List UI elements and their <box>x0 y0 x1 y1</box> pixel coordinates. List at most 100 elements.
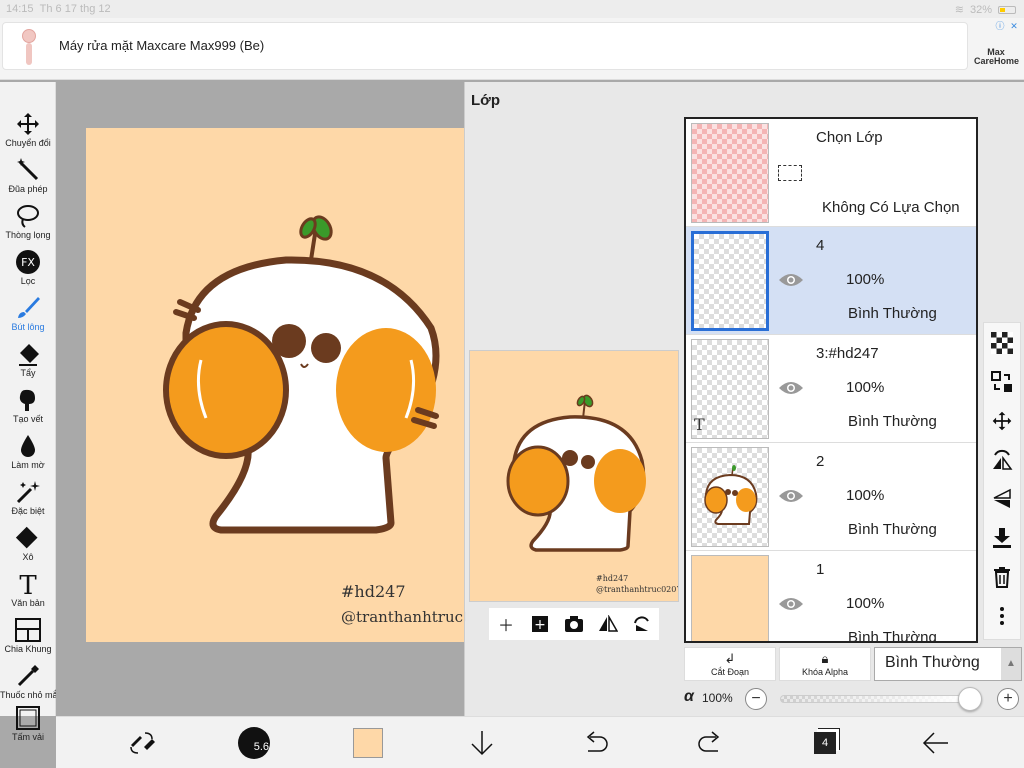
tool-blur[interactable]: Làm mờ <box>0 432 56 478</box>
move-layer-button[interactable] <box>984 401 1020 440</box>
visibility-eye-icon[interactable] <box>778 595 804 613</box>
canvas-icon <box>16 706 40 730</box>
tool-brush[interactable]: Bút lông <box>0 294 56 340</box>
download-button[interactable] <box>468 727 496 759</box>
visibility-eye-icon[interactable] <box>778 271 804 289</box>
layer-mascot-thumb <box>704 465 758 525</box>
move-icon <box>17 113 39 135</box>
ad-banner: Máy rửa mặt Maxcare Max999 (Be) ⓘ ✕ Max … <box>0 18 1024 80</box>
smudge-icon <box>19 389 35 411</box>
layer-preview: #hd247 @tranthanhtruc020709 <box>469 350 679 602</box>
ad-close-icon[interactable]: ✕ <box>1008 20 1020 32</box>
layer-name: 2 <box>816 453 825 470</box>
tool-text[interactable]: T Văn bản <box>0 570 56 616</box>
tool-canvas[interactable]: Tấm vải <box>0 704 56 750</box>
more-options-button[interactable] <box>984 596 1020 635</box>
tool-transform[interactable]: Chuyển đổi <box>0 110 56 156</box>
move-icon <box>992 411 1012 430</box>
battery-icon <box>998 5 1016 14</box>
undo-icon <box>586 731 608 752</box>
layer-actions: ＋ + <box>489 608 659 640</box>
layer-opacity: 100% <box>846 379 885 396</box>
tool-frame-divider[interactable]: Chia Khung <box>0 616 56 662</box>
color-picker-button[interactable] <box>352 727 384 759</box>
layers-button[interactable]: 4 <box>810 727 840 759</box>
ad-card[interactable]: Máy rửa mặt Maxcare Max999 (Be) <box>2 22 968 70</box>
status-time: 14:15 <box>6 3 34 15</box>
layer-opacity: 100% <box>846 271 885 288</box>
undo-button[interactable] <box>580 727 612 759</box>
back-button[interactable] <box>920 727 952 759</box>
brush-size: 5.6 <box>238 727 270 759</box>
transparent-fill-button[interactable] <box>984 323 1020 362</box>
layer-thumbnail <box>691 447 769 547</box>
trash-icon <box>994 566 1010 588</box>
wifi-icon: ≋ <box>954 4 964 16</box>
clipping-button[interactable]: ↲ Cắt Đoạn <box>684 647 776 681</box>
selection-layer-row[interactable]: Chọn Lớp Không Có Lựa Chọn <box>686 119 976 227</box>
layers-panel: Lớp #hd247 @tranthanhtruc020709 ＋ + <box>464 82 1024 716</box>
blur-icon <box>21 435 35 457</box>
alpha-symbol: α <box>684 688 694 705</box>
layer-options-row: ↲ Cắt Đoạn 🔒︎ Khóa Alpha Bình Thường ▲ <box>684 645 1024 681</box>
ad-product-image <box>17 29 41 65</box>
flip-layer-horizontal-button[interactable] <box>984 440 1020 479</box>
eraser-icon <box>19 344 39 366</box>
visibility-eye-icon[interactable] <box>778 487 804 505</box>
alpha-lock-button[interactable]: 🔒︎ Khóa Alpha <box>779 647 871 681</box>
flip-layer-vertical-button[interactable] <box>984 479 1020 518</box>
ad-title: Máy rửa mặt Maxcare Max999 (Be) <box>59 38 265 53</box>
flip-horizontal-icon[interactable] <box>596 615 620 633</box>
merge-down-button[interactable] <box>984 518 1020 557</box>
add-layer-icon[interactable]: ＋ <box>494 612 518 636</box>
tool-bucket[interactable]: Xô <box>0 524 56 570</box>
redo-icon <box>698 731 720 752</box>
bottom-toolbar: 5.6 4 <box>56 716 1024 768</box>
rotate-icon[interactable] <box>630 615 654 633</box>
add-layer-copy-icon[interactable]: + <box>528 615 552 633</box>
tool-magic-wand[interactable]: Đũa phép <box>0 156 56 202</box>
layer-list: Chọn Lớp Không Có Lựa Chọn 4 100% Bình T… <box>684 117 978 643</box>
tool-eraser[interactable]: Tẩy <box>0 340 56 386</box>
opacity-decrease-button[interactable]: − <box>745 688 767 710</box>
layer-count: 4 <box>814 732 836 754</box>
status-date: Th 6 17 thg 12 <box>39 3 111 15</box>
delete-layer-button[interactable] <box>984 557 1020 596</box>
opacity-increase-button[interactable]: + <box>997 688 1019 710</box>
redo-button[interactable] <box>694 727 726 759</box>
merge-down-icon <box>993 527 1011 548</box>
bucket-icon <box>15 526 38 549</box>
visibility-eye-icon[interactable] <box>778 379 804 397</box>
brush-size-button[interactable]: 5.6 <box>236 727 272 759</box>
status-bar: 14:15 Th 6 17 thg 12 ≋ 32% <box>0 0 1024 18</box>
layer-row[interactable]: T 3:#hd247 100% Bình Thường <box>686 335 976 443</box>
svg-text:T: T <box>19 571 37 597</box>
flip-vertical-icon <box>993 488 1011 508</box>
layer-swap-button[interactable] <box>984 362 1020 401</box>
opacity-slider[interactable] <box>780 695 970 703</box>
tool-filter[interactable]: FX Lọc <box>0 248 56 294</box>
frame-divider-icon <box>15 618 41 642</box>
ad-info-icon[interactable]: ⓘ <box>994 20 1006 32</box>
tool-eyedropper[interactable]: Thuốc nhỏ mắt <box>0 662 60 708</box>
svg-text:+: + <box>534 617 546 633</box>
brush-icon <box>18 297 40 318</box>
layer-row[interactable]: 4 100% Bình Thường <box>686 227 976 335</box>
opacity-row: α 100% − + <box>684 686 1024 712</box>
quick-actions-button[interactable] <box>126 727 158 759</box>
layer-name: 1 <box>816 561 825 578</box>
layer-row[interactable]: 1 100% Bình Thường <box>686 551 976 641</box>
blend-mode-select[interactable]: Bình Thường ▲ <box>874 647 1022 681</box>
lasso-icon <box>17 205 39 228</box>
tool-lasso[interactable]: Thòng lọng <box>0 202 56 248</box>
camera-icon[interactable] <box>562 615 586 633</box>
tool-special[interactable]: Đặc biệt <box>0 478 56 524</box>
checkerboard-icon <box>991 331 1013 354</box>
special-icon <box>16 481 40 504</box>
fx-icon: FX <box>16 250 40 274</box>
opacity-slider-handle[interactable] <box>958 687 982 711</box>
tool-smudge[interactable]: Tạo vết <box>0 386 56 432</box>
layer-row[interactable]: 2 100% Bình Thường <box>686 443 976 551</box>
artboard[interactable]: #hd247 @tranthanhtruc020709 <box>86 128 466 642</box>
swap-layers-icon <box>991 370 1012 392</box>
